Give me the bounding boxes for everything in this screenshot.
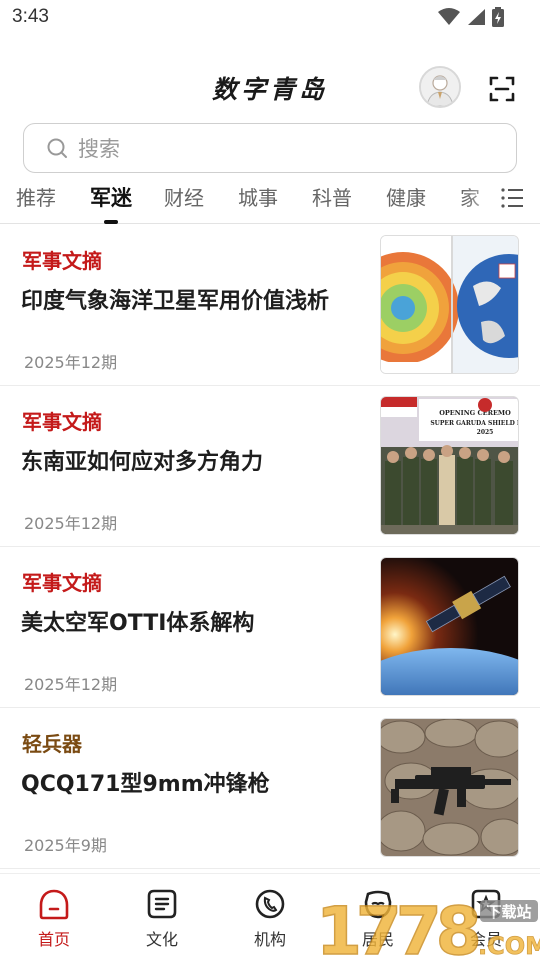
user-avatar-icon — [421, 68, 459, 106]
news-thumbnail-ceremony: OPENING CEREMO SUPER GARUDA SHIELD I 202… — [380, 396, 519, 535]
ceremony-banner-text: OPENING CEREMO — [439, 409, 511, 417]
news-thumbnail-gun — [380, 718, 519, 857]
scan-icon[interactable] — [488, 75, 516, 103]
news-title: 东南亚如何应对多方角力 — [21, 450, 264, 475]
tab-military[interactable]: 军迷 — [90, 182, 132, 212]
signal-icon — [468, 9, 485, 25]
search-icon — [47, 138, 67, 158]
news-title: 印度气象海洋卫星军用价值浅析 — [21, 289, 330, 314]
tab-city[interactable]: 城事 — [238, 182, 278, 211]
news-tag: 轻兵器 — [22, 732, 82, 756]
category-tabs: 推荐 军迷 财经 城事 科普 健康 家 — [0, 178, 540, 224]
nav-label: 机构 — [253, 930, 286, 949]
culture-icon — [147, 889, 177, 919]
phone-icon — [255, 889, 285, 919]
tab-recommend[interactable]: 推荐 — [16, 182, 56, 211]
news-thumbnail-map — [380, 235, 519, 374]
news-date: 2025年9期 — [24, 836, 107, 855]
nav-institution[interactable]: 机构 — [240, 888, 300, 950]
svg-text:下载站: 下载站 — [486, 903, 531, 921]
nav-culture[interactable]: 文化 — [132, 888, 192, 950]
menu-list-icon[interactable] — [500, 186, 524, 210]
svg-text:2025: 2025 — [477, 429, 494, 436]
svg-text:SUPER GARUDA SHIELD I: SUPER GARUDA SHIELD I — [430, 420, 519, 427]
news-tag: 军事文摘 — [22, 249, 102, 273]
list-item[interactable]: 军事文摘 美太空军OTTI体系解构 2025年12期 — [0, 547, 540, 708]
news-title: 美太空军OTTI体系解构 — [21, 611, 255, 636]
svg-text:.COM: .COM — [478, 932, 540, 960]
list-item[interactable]: 军事文摘 东南亚如何应对多方角力 2025年12期 OPENING CEREMO… — [0, 386, 540, 547]
svg-text:1778: 1778 — [316, 896, 478, 960]
active-tab-indicator — [104, 220, 118, 224]
nav-label: 首页 — [37, 930, 70, 949]
nav-home[interactable]: 首页 — [24, 888, 84, 950]
tab-finance[interactable]: 财经 — [164, 182, 204, 211]
tab-health[interactable]: 健康 — [386, 182, 426, 211]
news-title: QCQ171型9mm冲锋枪 — [21, 772, 270, 797]
news-date: 2025年12期 — [24, 675, 118, 694]
watermark-logo: 1778 下载站 .COM — [315, 896, 540, 960]
list-item[interactable]: 轻兵器 QCQ171型9mm冲锋枪 2025年9期 — [0, 708, 540, 869]
nav-label: 文化 — [145, 930, 178, 949]
tab-fade — [464, 178, 504, 218]
status-time: 3:43 — [12, 6, 49, 27]
news-date: 2025年12期 — [24, 514, 118, 533]
news-tag: 军事文摘 — [22, 571, 102, 595]
list-item[interactable]: 军事文摘 印度气象海洋卫星军用价值浅析 2025年12期 — [0, 225, 540, 386]
news-tag: 军事文摘 — [22, 410, 102, 434]
tab-science[interactable]: 科普 — [312, 182, 352, 211]
header: 数字青岛 — [0, 60, 540, 116]
status-icons — [438, 7, 504, 27]
news-thumbnail-satellite — [380, 557, 519, 696]
avatar[interactable] — [419, 66, 461, 108]
search-input[interactable]: 搜索 — [23, 123, 517, 173]
search-placeholder: 搜索 — [78, 137, 120, 161]
status-bar: 3:43 — [0, 0, 540, 36]
battery-icon — [492, 7, 504, 27]
news-date: 2025年12期 — [24, 353, 118, 372]
home-icon — [39, 889, 69, 920]
wifi-icon — [438, 8, 460, 25]
